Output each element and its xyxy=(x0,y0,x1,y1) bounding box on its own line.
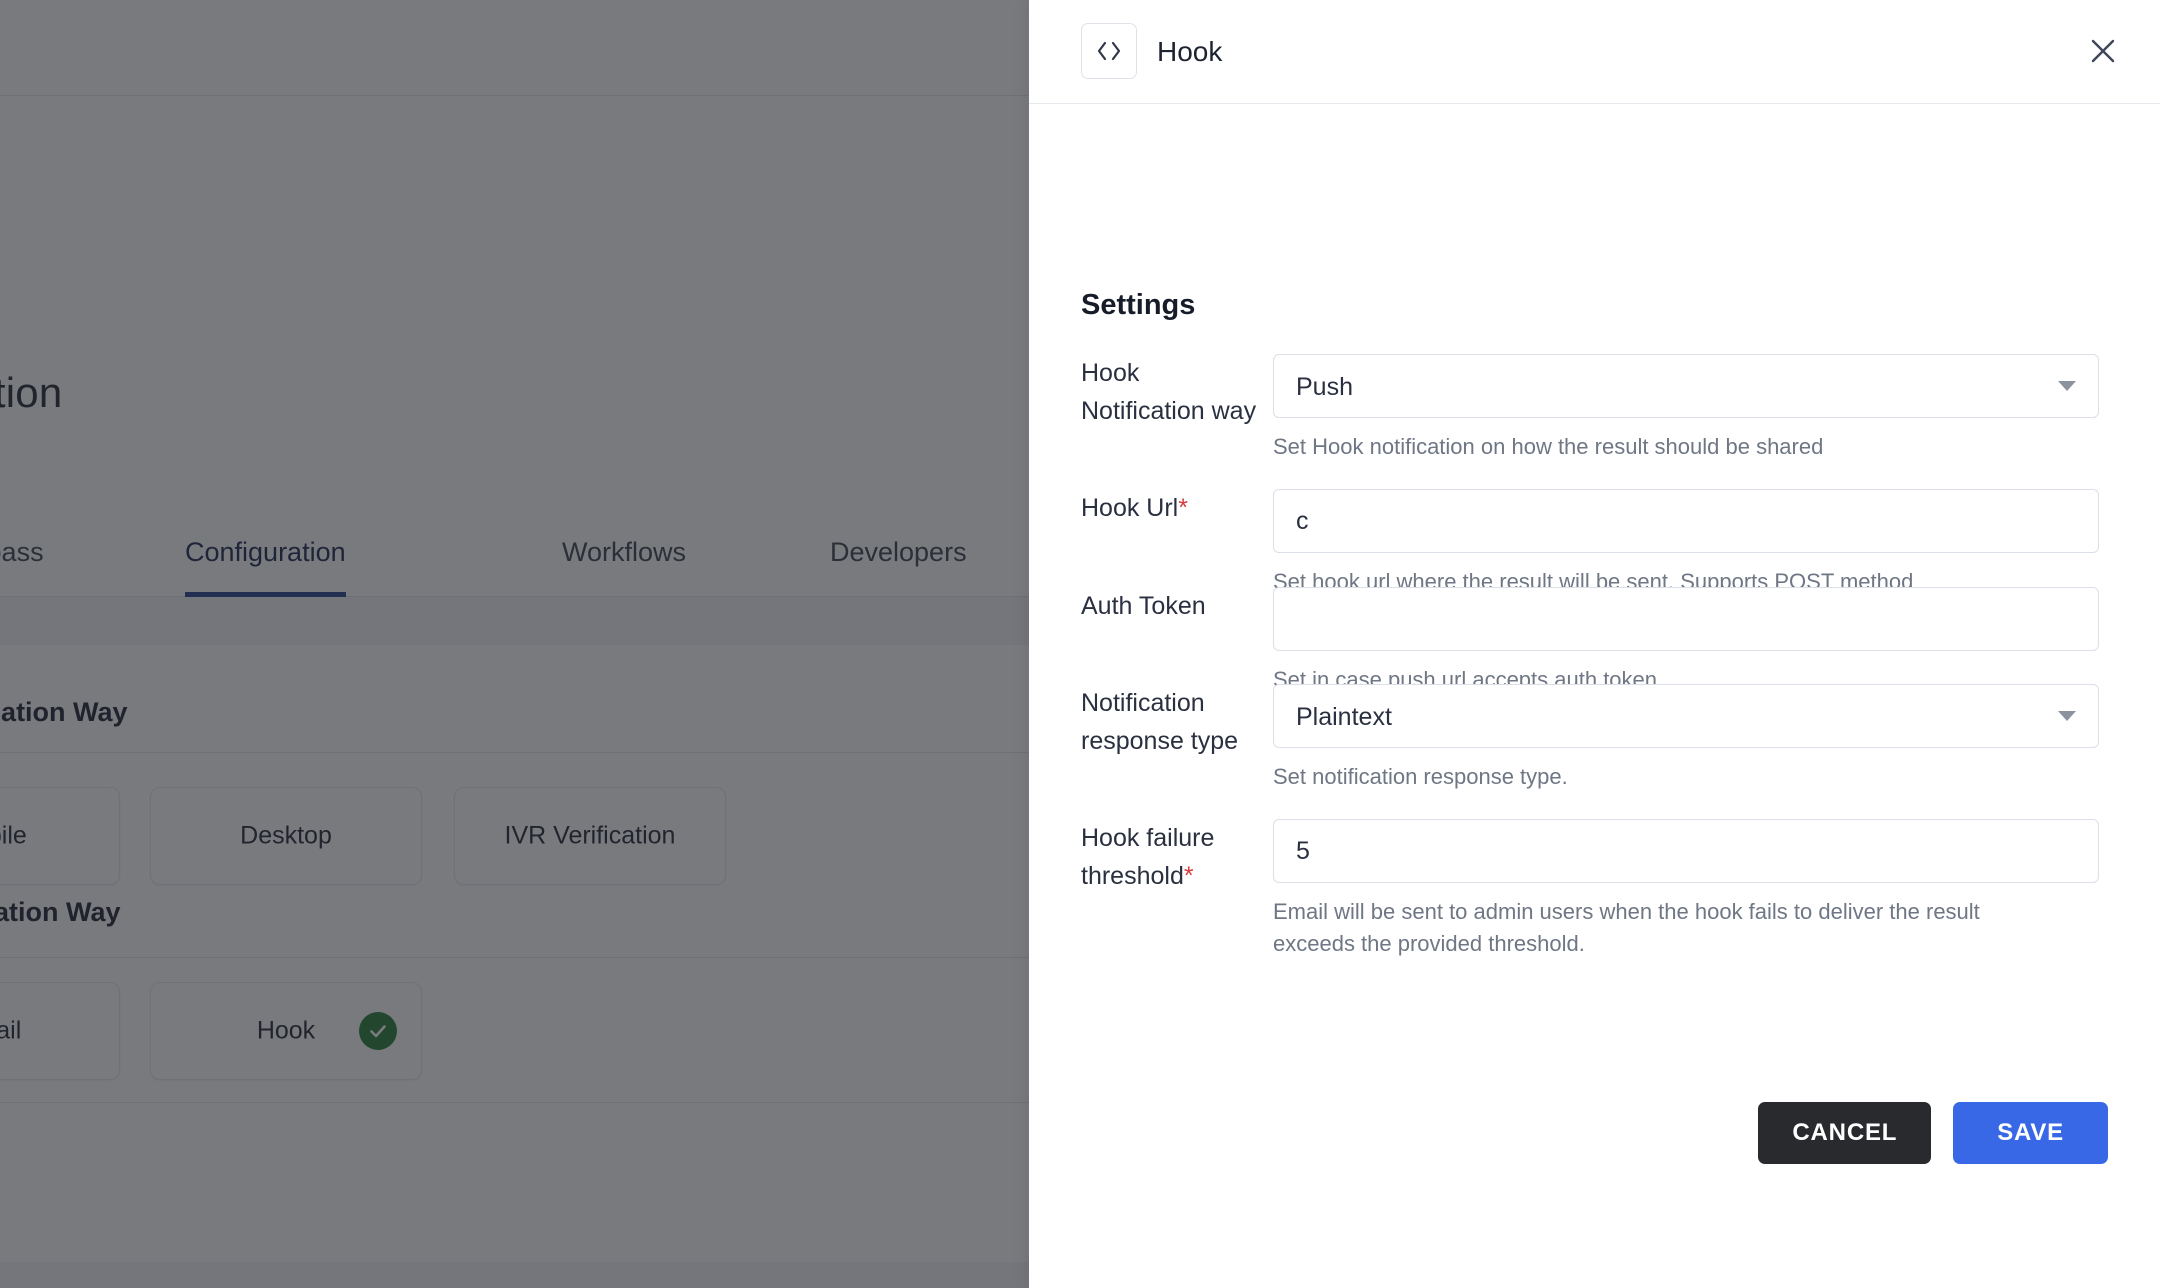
field-label-text: Hook Url xyxy=(1081,494,1179,522)
field-control: Push Set Hook notification on how the re… xyxy=(1273,354,2099,463)
field-label: Hook failure threshold* xyxy=(1081,819,1261,895)
field-label: Hook Url* xyxy=(1081,489,1261,527)
field-help-text: Set Hook notification on how the result … xyxy=(1273,434,1824,459)
select-value: Push xyxy=(1296,373,1353,401)
notification-response-type-select[interactable]: Plaintext xyxy=(1273,684,2099,748)
field-control: Email will be sent to admin users when t… xyxy=(1273,819,2099,960)
close-button[interactable] xyxy=(2072,20,2134,82)
hook-notification-way-select[interactable]: Push xyxy=(1273,354,2099,418)
field-label: Auth Token xyxy=(1081,587,1261,625)
hook-failure-threshold-input[interactable] xyxy=(1273,819,2099,883)
required-asterisk: * xyxy=(1178,494,1188,522)
chevron-down-icon xyxy=(2058,711,2076,721)
field-control: Plaintext Set notification response type… xyxy=(1273,684,2099,793)
cancel-button[interactable]: CANCEL xyxy=(1758,1102,1932,1164)
field-label-text: Hook failure threshold xyxy=(1081,824,1215,890)
code-brackets-icon xyxy=(1081,23,1137,79)
field-label-text: Hook Notification way xyxy=(1081,359,1257,425)
field-control: Set hook url where the result will be se… xyxy=(1273,489,2099,598)
screen-root: Configuration Gatepass Configuration Wor… xyxy=(0,0,2160,1288)
field-help-text: Email will be sent to admin users when t… xyxy=(1273,899,1980,956)
field-control: Set in case push url accepts auth token. xyxy=(1273,587,2099,696)
field-label-text: Auth Token xyxy=(1081,592,1206,620)
drawer-header: Hook xyxy=(1029,0,2160,104)
field-label: Hook Notification way xyxy=(1081,354,1261,430)
modal-scrim[interactable] xyxy=(0,0,1029,1288)
chevron-down-icon xyxy=(2058,381,2076,391)
field-label-text: Notification response type xyxy=(1081,689,1239,755)
close-icon xyxy=(2088,36,2118,66)
hook-settings-drawer: Hook Settings Hook Notification way Push… xyxy=(1029,0,2160,1288)
drawer-actions: CANCEL SAVE xyxy=(1758,1102,2108,1164)
settings-heading: Settings xyxy=(1081,289,1196,321)
required-asterisk: * xyxy=(1183,862,1194,890)
field-help-text: Set notification response type. xyxy=(1273,764,1568,789)
save-button[interactable]: SAVE xyxy=(1953,1102,2108,1164)
auth-token-input[interactable] xyxy=(1273,587,2099,651)
drawer-title: Hook xyxy=(1157,36,1223,67)
field-label: Notification response type xyxy=(1081,684,1261,760)
hook-url-input[interactable] xyxy=(1273,489,2099,553)
select-value: Plaintext xyxy=(1296,703,1392,731)
